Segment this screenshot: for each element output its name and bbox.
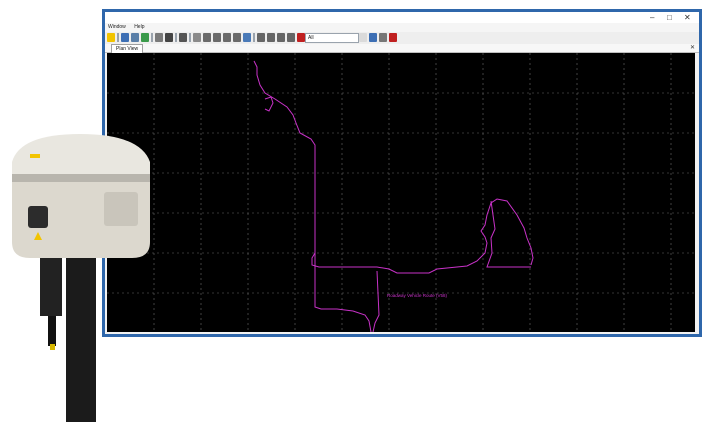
route-path-branch [372,270,380,332]
line-tool-icon[interactable] [243,33,251,42]
tab-label: Plan View [116,46,139,52]
antenna-connector [48,316,56,346]
toolbar-separator [117,33,119,42]
zoom-in-icon[interactable] [257,33,265,42]
toolbar-separator [151,33,153,42]
receiver-ring [12,174,150,182]
star-icon[interactable] [107,33,115,42]
zoom-window-icon[interactable] [131,33,139,42]
plan-view-svg: Roadway Vehicle Route (V58) [107,53,695,332]
connector-tip [50,344,55,350]
zoom-extents-icon[interactable] [277,33,285,42]
menu-help[interactable]: Help [134,24,144,30]
distance-icon[interactable] [203,33,211,42]
plan-view-canvas[interactable]: Roadway Vehicle Route (V58) [107,53,695,332]
chevron-down-icon[interactable] [359,33,367,42]
toolbar: All [105,32,699,44]
chart-icon[interactable] [233,33,241,42]
minimize-icon[interactable]: – [650,12,654,23]
port-panel [28,206,48,228]
flag-icon[interactable] [389,33,397,42]
gnss-receiver-rover [12,134,150,422]
toolbar-separator [189,33,191,42]
zoom-out-icon[interactable] [267,33,275,42]
battery-door [104,192,138,226]
area-icon[interactable] [213,33,221,42]
route-path-loop [264,96,274,112]
route-trace [253,60,534,332]
filter-combo[interactable]: All [305,33,359,43]
measure-icon[interactable] [193,33,201,42]
filter-icon[interactable] [369,33,377,42]
grid-icon[interactable] [223,33,231,42]
menu-bar: Window Help [105,23,699,32]
close-icon[interactable]: ✕ [684,12,691,23]
select-tool-icon[interactable] [121,33,129,42]
stop-icon[interactable] [297,33,305,42]
title-bar: – □ ✕ [105,12,699,23]
pan-icon[interactable] [155,33,163,42]
menu-window[interactable]: Window [108,24,126,30]
table-icon[interactable] [179,33,187,42]
survey-pole [66,258,96,422]
app-window: – □ ✕ Window Help All Plan View ✕ Roadwa… [105,12,699,334]
route-annotation: Roadway Vehicle Route (V58) [387,293,448,298]
antenna-cable [40,256,62,316]
brand-badge [30,154,40,158]
maximize-icon[interactable]: □ [667,12,672,23]
close-tab-icon[interactable]: ✕ [690,44,695,52]
layers-icon[interactable] [141,33,149,42]
tab-strip: Plan View ✕ [105,44,699,53]
print-icon[interactable] [165,33,173,42]
grid [107,53,695,332]
route-path-east [486,200,531,268]
filter-combo-value: All [308,35,314,41]
toolbar-separator [175,33,177,42]
zoom-previous-icon[interactable] [287,33,295,42]
tab-plan-view[interactable]: Plan View [111,44,144,53]
toolbar-separator [253,33,255,42]
settings-icon[interactable] [379,33,387,42]
route-path-south [314,253,372,332]
